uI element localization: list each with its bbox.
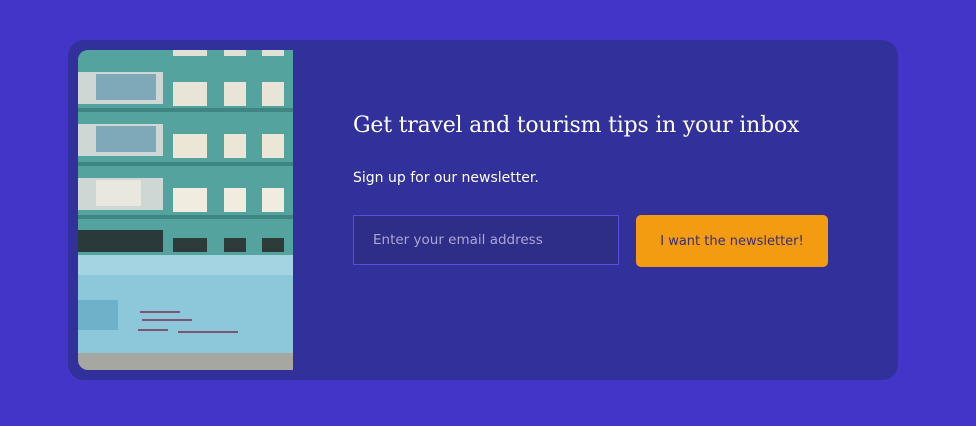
- building-photo: [78, 50, 293, 370]
- newsletter-card: Get travel and tourism tips in your inbo…: [68, 40, 898, 380]
- email-input[interactable]: [353, 215, 619, 265]
- newsletter-heading: Get travel and tourism tips in your inbo…: [353, 113, 800, 138]
- newsletter-subtext: Sign up for our newsletter.: [353, 170, 539, 186]
- subscribe-button[interactable]: I want the newsletter!: [636, 215, 828, 267]
